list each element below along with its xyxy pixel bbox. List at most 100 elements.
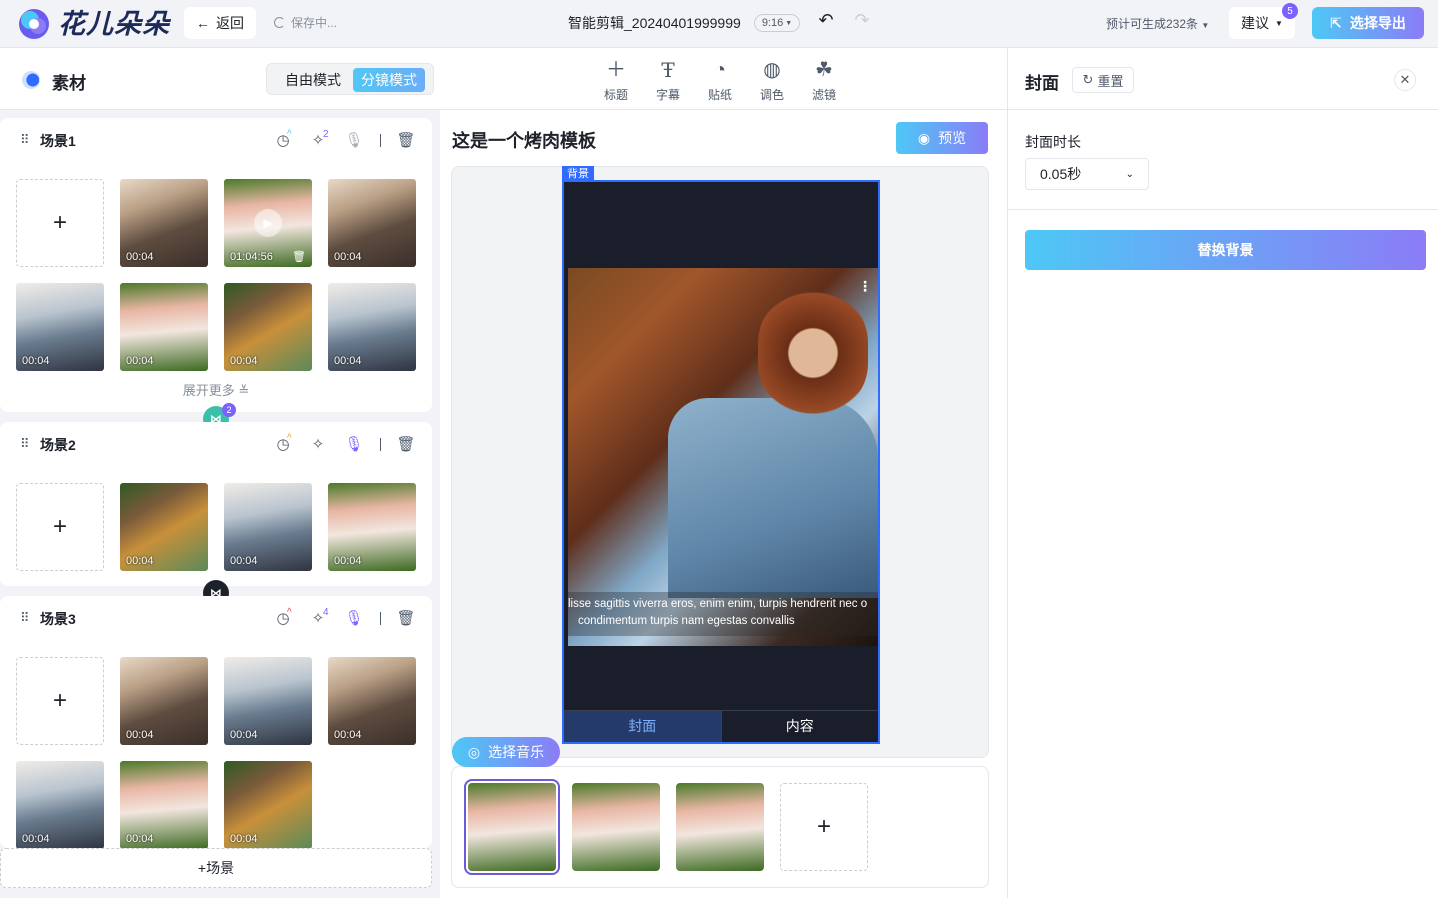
material-thumb[interactable]: 00:04 — [328, 483, 416, 571]
play-icon[interactable]: ▶ — [254, 209, 282, 237]
duration-up-icon: ^ — [287, 129, 292, 140]
chevron-down-icon: ⌄ — [1125, 168, 1134, 180]
add-scene-button[interactable]: +场景 — [0, 848, 432, 888]
tool-subtitle[interactable]: Ŧ 字幕 — [648, 58, 688, 103]
trash-icon[interactable]: 🗑 — [395, 434, 417, 456]
material-thumb[interactable]: 00:04 — [16, 283, 104, 371]
tool-sticker[interactable]: ◔ 贴纸 — [700, 58, 740, 103]
cover-thumb[interactable] — [464, 779, 560, 875]
mic-icon[interactable]: 🎙 — [343, 434, 365, 456]
tool-title[interactable]: ＋ 标题 — [596, 58, 636, 103]
material-thumb[interactable]: 00:04 — [328, 657, 416, 745]
thumb-duration: 00:04 — [126, 251, 154, 263]
tool-filter[interactable]: ☘ 滤镜 — [804, 58, 844, 103]
drag-handle-icon[interactable]: ⠿ — [20, 436, 30, 452]
material-thumb[interactable]: 00:04 — [16, 761, 104, 848]
plus-icon: ＋ — [606, 59, 626, 81]
aspect-ratio-value: 9:16 — [761, 17, 784, 29]
music-label: 选择音乐 — [488, 744, 545, 760]
reset-label: 重置 — [1097, 73, 1124, 89]
scene-mode-tab[interactable]: 分镜模式 — [353, 68, 425, 92]
scene-header: ⠿ 场景1 ◷ ^ ✧ 2 🎙 🗑 — [0, 118, 432, 162]
export-button[interactable]: ⇱ 选择导出 — [1312, 7, 1424, 39]
material-thumb[interactable]: 00:04 — [224, 657, 312, 745]
add-material-button[interactable]: + — [16, 179, 104, 267]
thumb-duration: 00:04 — [334, 251, 362, 263]
panel-title: 封面 — [1025, 74, 1059, 93]
phone-preview[interactable]: ⋮ lisse sagittis viverra eros, enim enim… — [562, 180, 880, 744]
document-title[interactable]: 智能剪辑_20240401999999 — [568, 13, 741, 33]
material-thumb[interactable]: 00:04 — [120, 283, 208, 371]
transition-count-badge: 2 — [222, 403, 236, 417]
replace-background-button[interactable]: 替换背景 — [1025, 230, 1426, 270]
scene-card-1: ⠿ 场景1 ◷ ^ ✧ 2 🎙 🗑 + 00:04 ▶ 01:04:56 🗑 0… — [0, 118, 432, 412]
suggest-label: 建议 — [1241, 15, 1270, 31]
saving-status: 保存中... — [274, 14, 337, 31]
drag-handle-icon[interactable]: ⠿ — [20, 132, 30, 148]
mic-icon[interactable]: 🎙 — [343, 608, 365, 630]
scene-card-3: ⠿ 场景3 ◷ ^ ✧ 4 🎙 🗑 + 00:04 00:04 00:04 00… — [0, 596, 432, 848]
material-thumb[interactable]: ▶ 01:04:56 🗑 — [224, 179, 312, 267]
trash-icon[interactable]: 🗑 — [395, 130, 417, 152]
material-thumb[interactable]: 00:04 — [120, 657, 208, 745]
material-thumb[interactable]: 00:04 — [120, 483, 208, 571]
text-icon: Ŧ — [661, 58, 675, 82]
cover-strip: + — [451, 766, 989, 888]
estimate-dropdown[interactable]: 预计可生成232条 ▼ — [1106, 15, 1209, 32]
effects-icon[interactable]: ✧ — [307, 434, 329, 456]
top-bar: 花儿朵朵 ← 返回 保存中... 智能剪辑_20240401999999 9:1… — [0, 0, 1438, 48]
redo-icon[interactable]: ↷ — [850, 10, 874, 34]
drag-handle-icon[interactable]: ⠿ — [20, 610, 30, 626]
cover-duration-select[interactable]: 0.05秒 ⌄ — [1025, 158, 1149, 190]
add-material-button[interactable]: + — [16, 483, 104, 571]
divider — [1008, 209, 1438, 210]
loading-icon — [274, 17, 285, 28]
filter-icon: ☘ — [815, 59, 833, 81]
tool-label: 标题 — [603, 88, 628, 102]
material-icon — [22, 71, 40, 89]
thumb-duration: 00:04 — [230, 833, 258, 845]
expand-more-link[interactable]: 展开更多 ≚ — [0, 380, 432, 399]
add-cover-button[interactable]: + — [780, 783, 868, 871]
thumb-duration: 00:04 — [22, 833, 50, 845]
cover-thumb[interactable] — [572, 783, 660, 871]
material-title: 素材 — [52, 74, 86, 93]
undo-icon[interactable]: ↶ — [814, 10, 838, 34]
more-icon[interactable]: ⋮ — [858, 278, 872, 295]
image-detail — [758, 288, 868, 418]
tool-color[interactable]: ◍ 调色 — [752, 58, 792, 103]
duration-up-icon: ^ — [287, 433, 292, 444]
trash-icon[interactable]: 🗑 — [292, 250, 306, 263]
logo-icon — [19, 9, 49, 39]
back-button[interactable]: ← 返回 — [184, 7, 256, 39]
material-thumb[interactable]: 00:04 — [328, 179, 416, 267]
template-title: 这是一个烤肉模板 — [452, 131, 596, 151]
tab-content[interactable]: 内容 — [722, 711, 879, 742]
cover-duration-label: 封面时长 — [1025, 134, 1081, 150]
material-thumb[interactable]: 00:04 — [224, 483, 312, 571]
trash-icon[interactable]: 🗑 — [395, 608, 417, 630]
material-thumb[interactable]: 00:04 — [120, 761, 208, 848]
cover-image[interactable]: ⋮ — [568, 268, 878, 646]
phone-tabs: 封面 内容 — [564, 710, 878, 742]
preview-area: 这是一个烤肉模板 ◉ 预览 背景 ⋮ lisse sagittis viverr… — [440, 110, 1007, 898]
close-icon[interactable]: ✕ — [1394, 69, 1416, 91]
subtitle-overlay[interactable]: lisse sagittis viverra eros, enim enim, … — [568, 592, 878, 636]
aspect-ratio-select[interactable]: 9:16 ▼ — [754, 14, 800, 32]
cover-thumb[interactable] — [676, 783, 764, 871]
material-thumb[interactable]: 00:04 — [224, 283, 312, 371]
material-thumb[interactable]: 00:04 — [224, 761, 312, 848]
preview-button[interactable]: ◉ 预览 — [896, 122, 988, 154]
thumb-duration: 01:04:56 — [230, 251, 273, 263]
material-thumb[interactable]: 00:04 — [120, 179, 208, 267]
select-music-button[interactable]: ◎ 选择音乐 — [452, 737, 560, 767]
saving-label: 保存中... — [291, 16, 338, 30]
tab-cover[interactable]: 封面 — [564, 711, 722, 742]
effects-count: 4 — [323, 607, 329, 618]
mic-off-icon[interactable]: 🎙 — [343, 130, 365, 152]
divider — [380, 612, 381, 625]
material-thumb[interactable]: 00:04 — [328, 283, 416, 371]
caret-down-icon: ▼ — [1201, 21, 1210, 30]
reset-button[interactable]: ↻ 重置 — [1072, 67, 1134, 93]
add-material-button[interactable]: + — [16, 657, 104, 745]
